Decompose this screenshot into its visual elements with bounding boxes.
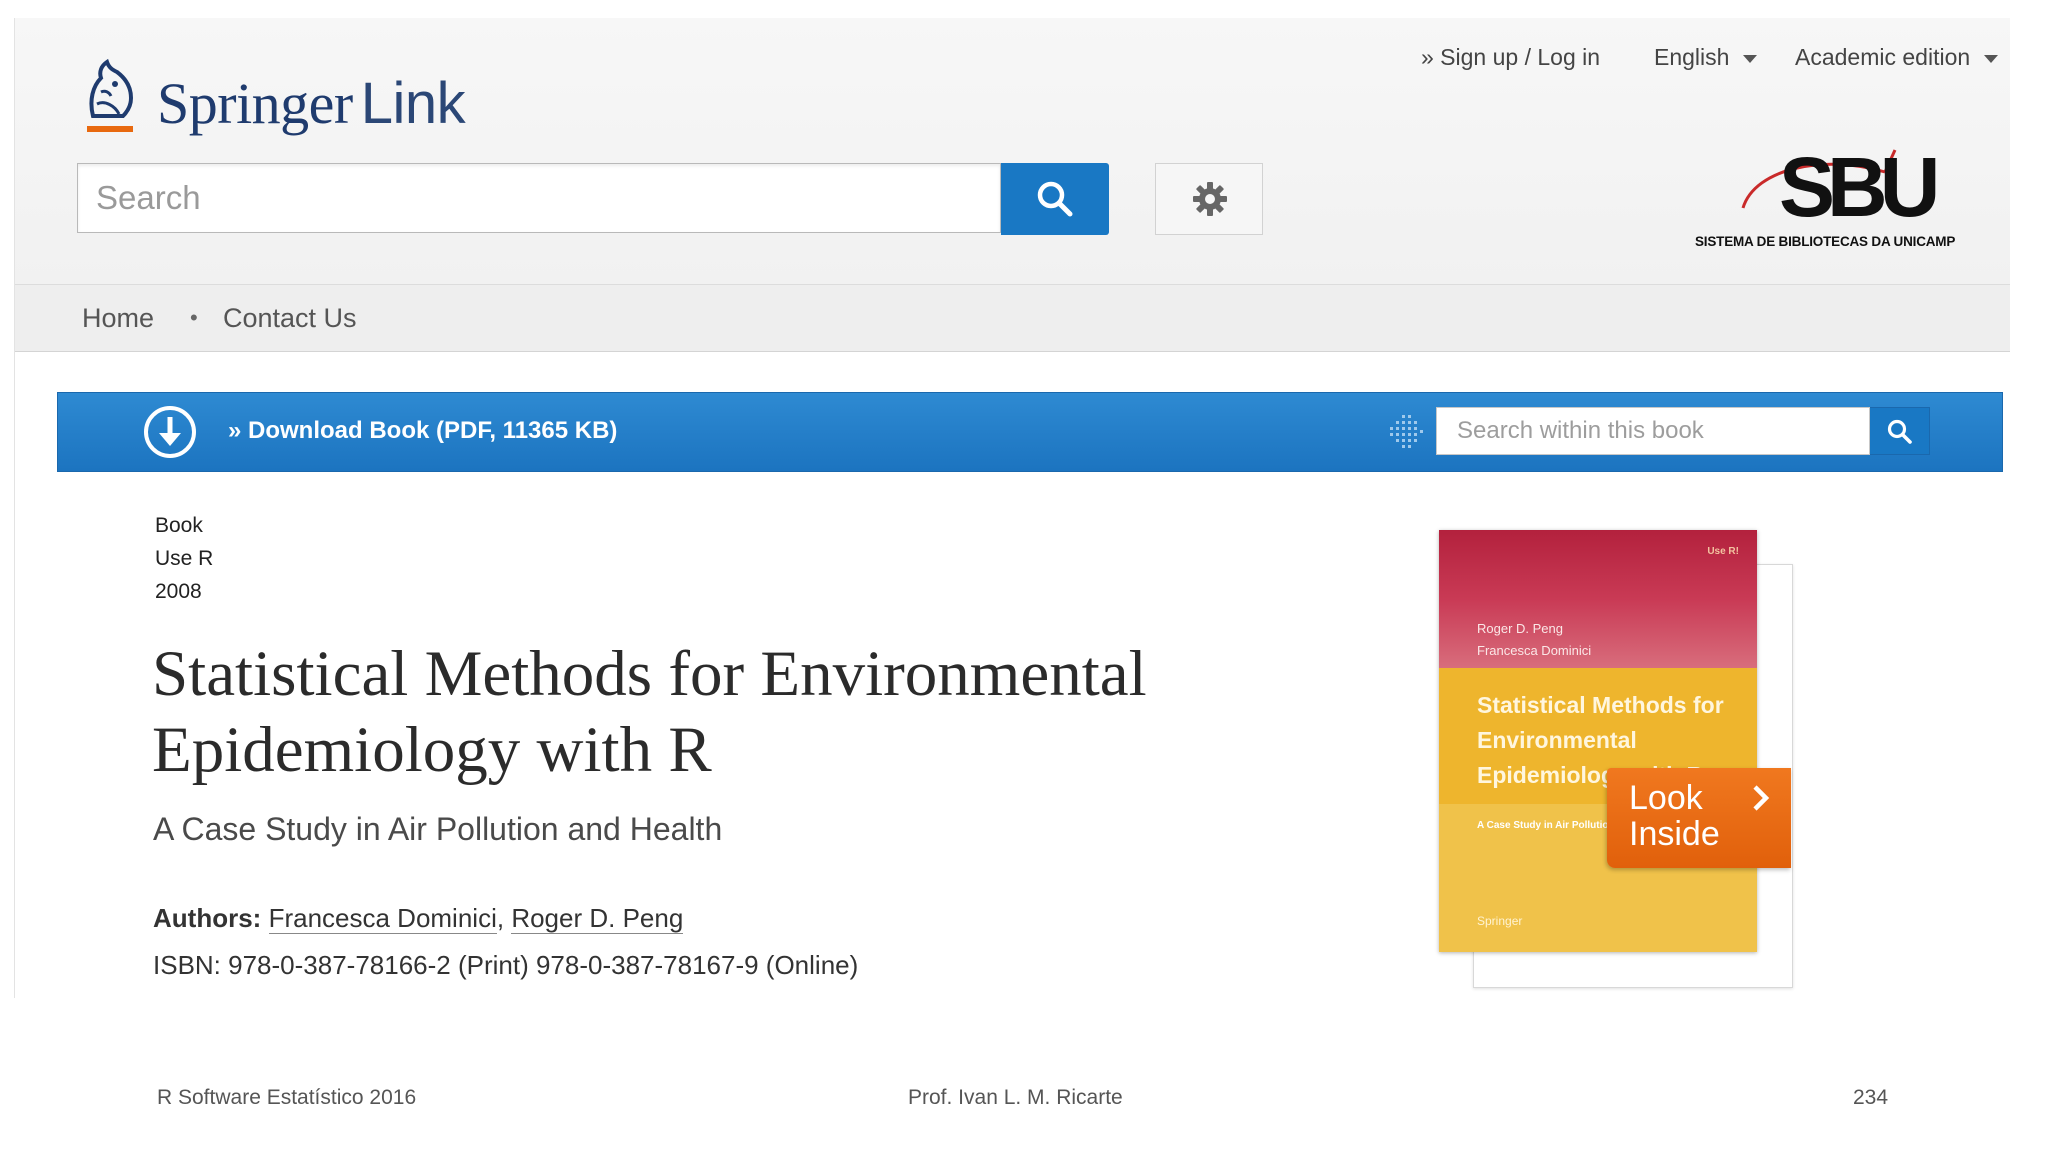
footer-author: Prof. Ivan L. M. Ricarte: [908, 1086, 1123, 1109]
nav-separator: •: [190, 305, 198, 330]
institution-acronym: SBU: [1779, 140, 1940, 234]
book-subtitle: A Case Study in Air Pollution and Health: [153, 811, 723, 847]
search-within-book-button[interactable]: [1870, 407, 1930, 455]
download-icon[interactable]: [142, 404, 198, 460]
edition-dropdown[interactable]: Academic edition: [1795, 44, 1999, 71]
author-link[interactable]: Francesca Dominici: [268, 903, 497, 934]
search-within-book-input[interactable]: [1436, 407, 1870, 455]
download-bar: » Download Book (PDF, 11365 KB): [57, 392, 2003, 472]
search-button[interactable]: [1001, 163, 1109, 235]
nav-home-link[interactable]: Home: [82, 303, 154, 334]
cover-series: Use R!: [1707, 546, 1739, 557]
page-number: 234: [1853, 1086, 1889, 1109]
search-icon: [1037, 181, 1073, 217]
book-series-link[interactable]: Use R: [155, 547, 213, 571]
institution-logo: SBU SISTEMA DE BIBLIOTECAS DA UNICAMP: [1695, 140, 1995, 250]
search-icon: [1887, 419, 1912, 444]
gear-icon: [1193, 182, 1227, 216]
author-link[interactable]: Roger D. Peng: [511, 903, 684, 934]
cover-publisher: Springer: [1477, 914, 1523, 928]
grip-icon: [1390, 415, 1423, 448]
content-type: Book: [155, 514, 203, 537]
footer-course: R Software Estatístico 2016: [157, 1086, 417, 1109]
authors-label: Authors:: [153, 903, 262, 933]
springerlink-logo[interactable]: Springer Link: [75, 48, 495, 148]
language-dropdown[interactable]: English: [1654, 44, 1758, 71]
signup-login-link[interactable]: » Sign up / Log in: [1421, 44, 1600, 71]
browser-page: Springer Link » Sign up / Log in English …: [14, 18, 2010, 998]
book-cover-image[interactable]: Use R! Roger D. Peng Francesca Dominici …: [1439, 530, 1757, 952]
springer-knight-icon: [87, 58, 134, 132]
institution-name: SISTEMA DE BIBLIOTECAS DA UNICAMP: [1695, 234, 1956, 249]
authors-line: Authors: Francesca Dominici, Roger D. Pe…: [153, 903, 684, 934]
logo-wordmark: Springer Link: [157, 71, 466, 136]
page-title: Statistical Methods for Environmental Ep…: [152, 638, 1147, 786]
site-header: Springer Link » Sign up / Log in English …: [15, 18, 2010, 284]
nav-contact-link[interactable]: Contact Us: [223, 303, 357, 334]
cover-authors: Roger D. Peng Francesca Dominici: [1477, 621, 1592, 658]
cover-top-band: Use R! Roger D. Peng Francesca Dominici: [1439, 530, 1757, 668]
isbn: ISBN: 978-0-387-78166-2 (Print) 978-0-38…: [153, 950, 859, 980]
chevron-down-icon: [1743, 54, 1758, 63]
chevron-down-icon: [1984, 54, 1999, 63]
download-book-link[interactable]: » Download Book (PDF, 11365 KB): [228, 417, 617, 445]
main-nav: Home • Contact Us: [15, 284, 2010, 352]
chevron-right-icon: [1753, 785, 1770, 811]
look-inside-button[interactable]: Look Inside: [1607, 768, 1791, 868]
advanced-search-button[interactable]: [1155, 163, 1263, 235]
search-input[interactable]: [77, 163, 1001, 233]
publication-year: 2008: [155, 580, 202, 603]
